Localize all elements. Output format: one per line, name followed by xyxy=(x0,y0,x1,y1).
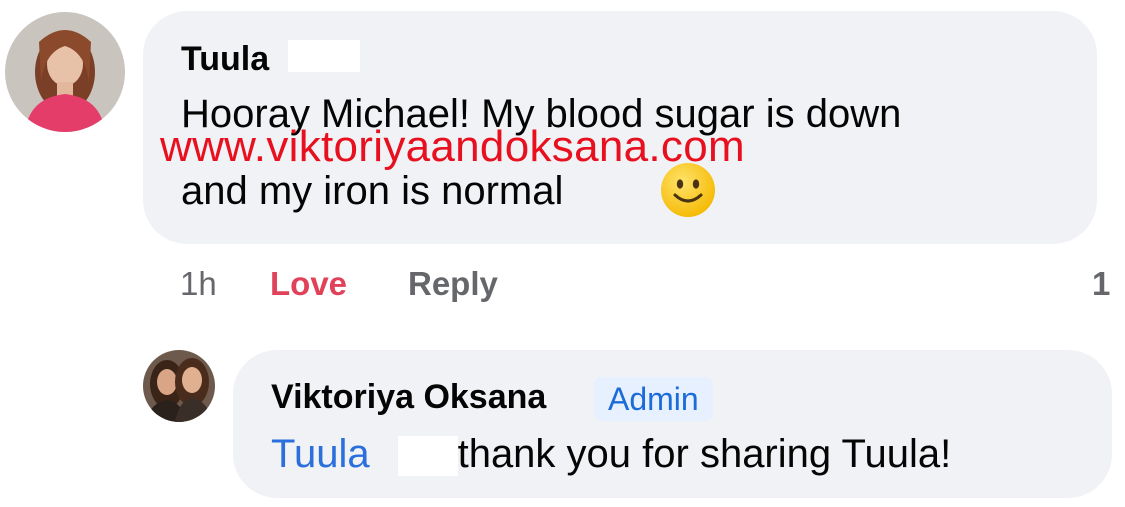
profile-photo-icon xyxy=(5,12,125,132)
comment-text-line-2: and my iron is normal xyxy=(181,169,564,213)
redacted-mention-surname xyxy=(398,436,458,476)
admin-badge: Admin xyxy=(594,377,713,421)
avatar-tuula[interactable] xyxy=(5,12,125,132)
reply-text: Tuula thank you for sharing Tuula! xyxy=(271,430,951,478)
mention-link[interactable]: Tuula xyxy=(271,432,458,476)
comment-author-name[interactable]: Tuula xyxy=(181,39,269,79)
reply-bubble: Viktoriya Oksana Admin Tuula thank you fo… xyxy=(233,350,1112,498)
reaction-count[interactable]: 1 xyxy=(1092,264,1110,304)
profile-photo-icon xyxy=(143,350,215,422)
avatar-viktoriya-oksana[interactable] xyxy=(143,350,215,422)
reply-button[interactable]: Reply xyxy=(408,264,498,304)
mention-name: Tuula xyxy=(271,432,370,476)
reply-message: thank you for sharing Tuula! xyxy=(457,432,952,476)
reply-author-name[interactable]: Viktoriya Oksana xyxy=(271,377,546,417)
comment-timestamp[interactable]: 1h xyxy=(180,264,217,304)
love-reaction-button[interactable]: Love xyxy=(270,264,347,304)
redacted-surname xyxy=(288,40,360,72)
watermark-url: www.viktoriyaandoksana.com xyxy=(160,122,745,171)
